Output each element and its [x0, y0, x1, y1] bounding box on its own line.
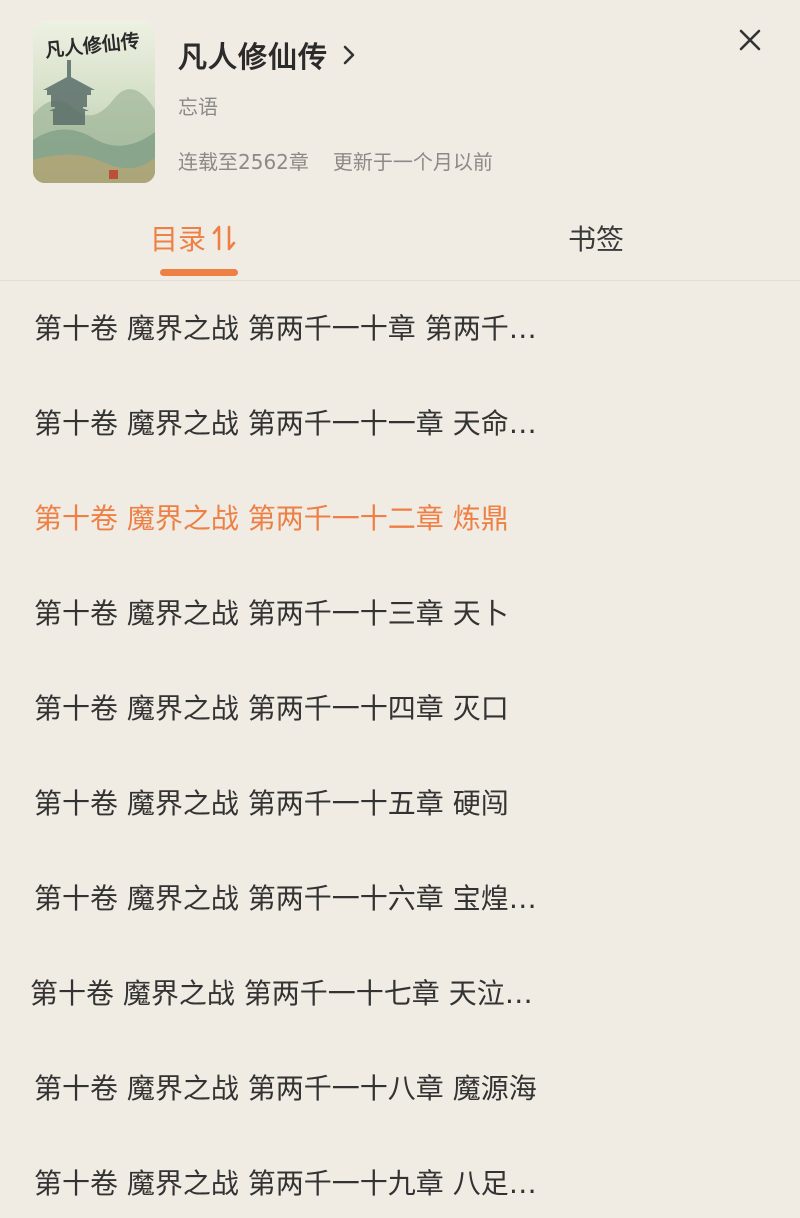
update-info: 更新于一个月以前: [332, 150, 493, 174]
close-button[interactable]: [734, 24, 766, 56]
chapter-item[interactable]: 第十卷 魔界之战 第两千一十章 第两千…: [0, 281, 800, 376]
chapter-item[interactable]: 第十卷 魔界之战 第两千一十七章 天泣…: [0, 946, 800, 1041]
book-cover[interactable]: 凡人修仙传: [33, 20, 155, 183]
cover-illustration: 凡人修仙传: [33, 20, 155, 183]
serial-status: 连载至2562章: [178, 150, 309, 174]
chapter-item[interactable]: 第十卷 魔界之战 第两千一十五章 硬闯: [0, 756, 800, 851]
chapter-item[interactable]: 第十卷 魔界之战 第两千一十九章 八足…: [0, 1136, 800, 1218]
book-title-link[interactable]: 凡人修仙传: [178, 34, 356, 76]
chapter-list: 第十卷 魔界之战 第两千一十章 第两千… 第十卷 魔界之战 第两千一十一章 天命…: [0, 281, 800, 1218]
chapter-item[interactable]: 第十卷 魔界之战 第两千一十四章 灭口: [0, 661, 800, 756]
chapter-catalog-sheet: 凡人修仙传 凡人修仙传 忘语 连载至2562章 更新于一个月以前 目录 书签 第…: [0, 0, 800, 1218]
active-tab-indicator: [160, 269, 238, 276]
book-title: 凡人修仙传: [178, 40, 329, 74]
book-meta: 连载至2562章 更新于一个月以前: [178, 146, 493, 175]
chevron-right-icon: [342, 44, 356, 66]
sort-icon[interactable]: [212, 223, 238, 253]
tab-bar: 目录 书签: [0, 200, 800, 281]
tab-bookmark[interactable]: 书签: [568, 218, 624, 258]
book-author: 忘语: [178, 95, 218, 119]
book-info-header: 凡人修仙传 凡人修仙传 忘语 连载至2562章 更新于一个月以前: [0, 0, 800, 200]
chapter-item-current[interactable]: 第十卷 魔界之战 第两千一十二章 炼鼎: [0, 471, 800, 566]
chapter-item[interactable]: 第十卷 魔界之战 第两千一十三章 天卜: [0, 566, 800, 661]
close-icon: [739, 29, 761, 51]
chapter-item[interactable]: 第十卷 魔界之战 第两千一十八章 魔源海: [0, 1041, 800, 1136]
chapter-item[interactable]: 第十卷 魔界之战 第两千一十一章 天命…: [0, 376, 800, 471]
chapter-item[interactable]: 第十卷 魔界之战 第两千一十六章 宝煌…: [0, 851, 800, 946]
tab-catalog-label: 目录: [150, 223, 207, 256]
tab-catalog[interactable]: 目录: [150, 218, 238, 258]
